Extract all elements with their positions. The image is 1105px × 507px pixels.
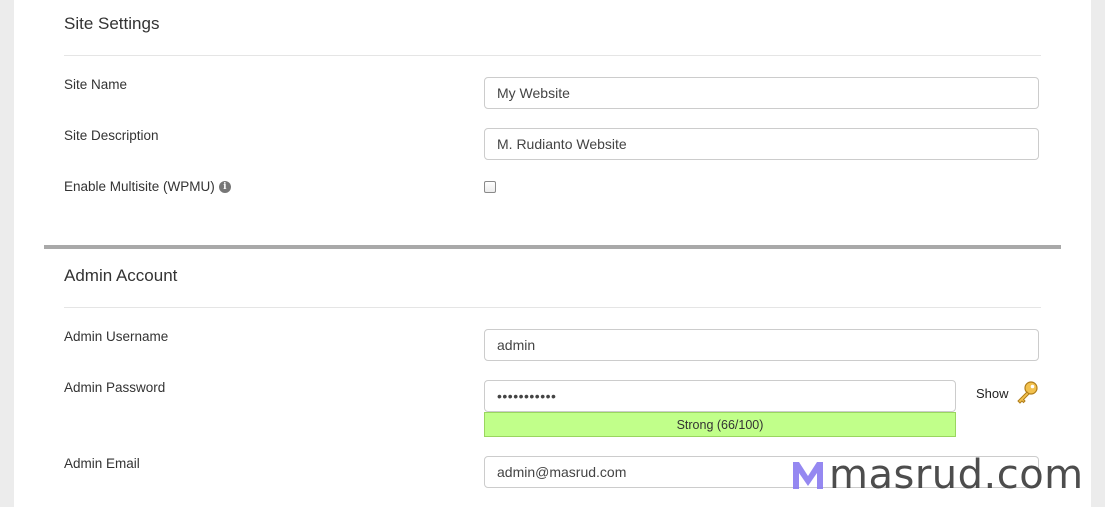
admin-password-label: Admin Password <box>64 380 166 395</box>
multisite-label-text: Enable Multisite (WPMU) <box>64 179 215 194</box>
watermark-text: masrud.com <box>829 452 1084 498</box>
site-description-input[interactable] <box>484 128 1039 160</box>
site-description-label: Site Description <box>64 128 159 143</box>
divider <box>64 307 1041 308</box>
multisite-label: Enable Multisite (WPMU) i <box>64 179 231 194</box>
admin-email-label: Admin Email <box>64 456 140 471</box>
site-settings-heading: Site Settings <box>64 14 160 33</box>
admin-username-input[interactable] <box>484 329 1039 361</box>
info-icon[interactable]: i <box>218 180 231 193</box>
site-name-label: Site Name <box>64 77 128 92</box>
admin-username-label: Admin Username <box>64 329 169 344</box>
password-strength-meter: Strong (66/100) <box>484 412 956 437</box>
show-password-link[interactable]: Show <box>976 386 1009 401</box>
divider <box>64 55 1041 56</box>
settings-panel: Site Settings Site Name Site Description… <box>14 0 1091 507</box>
admin-account-heading: Admin Account <box>64 266 178 285</box>
admin-password-input[interactable] <box>484 380 956 412</box>
masrud-logo-icon <box>793 462 823 489</box>
key-icon[interactable] <box>1014 380 1040 406</box>
multisite-checkbox[interactable] <box>484 181 496 193</box>
site-name-input[interactable] <box>484 77 1039 109</box>
section-divider <box>44 245 1061 249</box>
watermark: masrud.com <box>791 452 1084 498</box>
